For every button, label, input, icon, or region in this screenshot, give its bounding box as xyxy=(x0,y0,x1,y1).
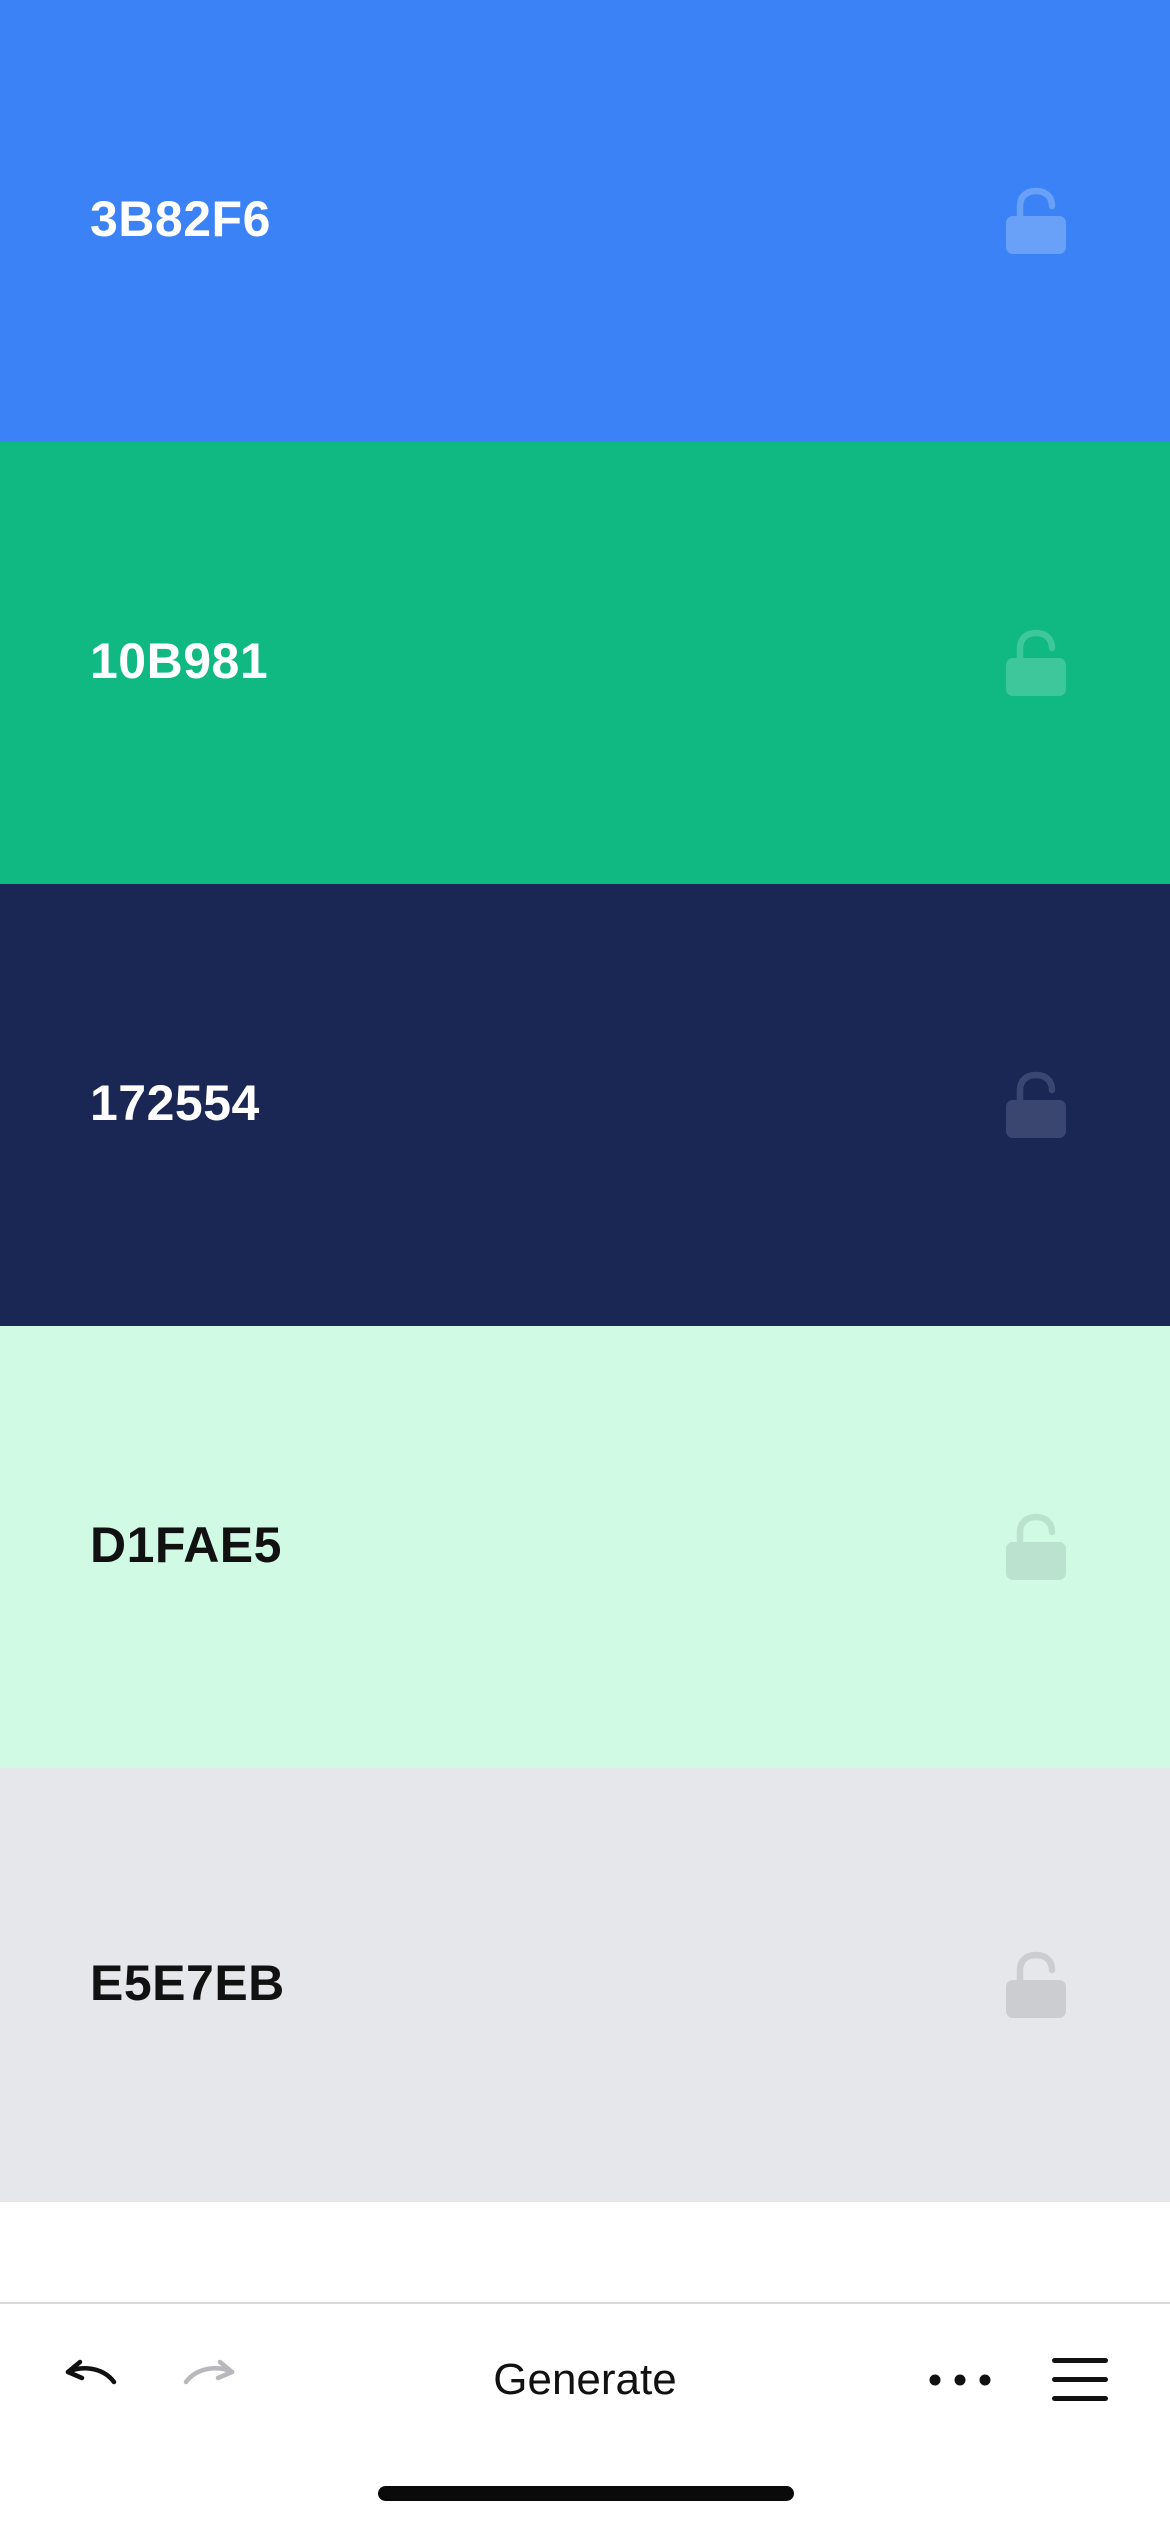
hamburger-menu-icon xyxy=(1052,2358,1108,2401)
color-hex-label[interactable]: D1FAE5 xyxy=(90,1516,282,1574)
lock-open-icon[interactable] xyxy=(1006,1070,1066,1140)
generate-button[interactable]: Generate xyxy=(435,2340,735,2420)
color-swatch-5[interactable]: E5E7EB xyxy=(0,1768,1170,2202)
color-swatch-4[interactable]: D1FAE5 xyxy=(0,1326,1170,1768)
more-button[interactable] xyxy=(918,2340,1002,2420)
undo-icon xyxy=(65,2359,117,2385)
color-hex-label[interactable]: 3B82F6 xyxy=(90,190,271,248)
color-swatch-1[interactable]: 3B82F6 xyxy=(0,0,1170,442)
lock-open-icon[interactable] xyxy=(1006,628,1066,698)
color-hex-label[interactable]: E5E7EB xyxy=(90,1954,285,2012)
color-swatch-2[interactable]: 10B981 xyxy=(0,442,1170,884)
redo-button[interactable] xyxy=(170,2340,250,2420)
lock-open-icon[interactable] xyxy=(1006,186,1066,256)
palette-app: 3B82F6 10B981 172554 D1FAE5 E5E7EB Gener… xyxy=(0,0,1170,2532)
lock-open-icon[interactable] xyxy=(1006,1950,1066,2020)
color-swatches: 3B82F6 10B981 172554 D1FAE5 E5E7EB xyxy=(0,0,1170,2302)
home-indicator[interactable] xyxy=(378,2486,794,2501)
bottom-toolbar: Generate xyxy=(0,2302,1170,2532)
menu-button[interactable] xyxy=(1040,2340,1120,2420)
color-hex-label[interactable]: 10B981 xyxy=(90,632,268,690)
lock-open-icon[interactable] xyxy=(1006,1512,1066,1582)
color-hex-label[interactable]: 172554 xyxy=(90,1074,260,1132)
undo-button[interactable] xyxy=(50,2340,130,2420)
color-swatch-3[interactable]: 172554 xyxy=(0,884,1170,1326)
redo-icon xyxy=(183,2359,235,2385)
more-horizontal-icon xyxy=(929,2374,991,2386)
